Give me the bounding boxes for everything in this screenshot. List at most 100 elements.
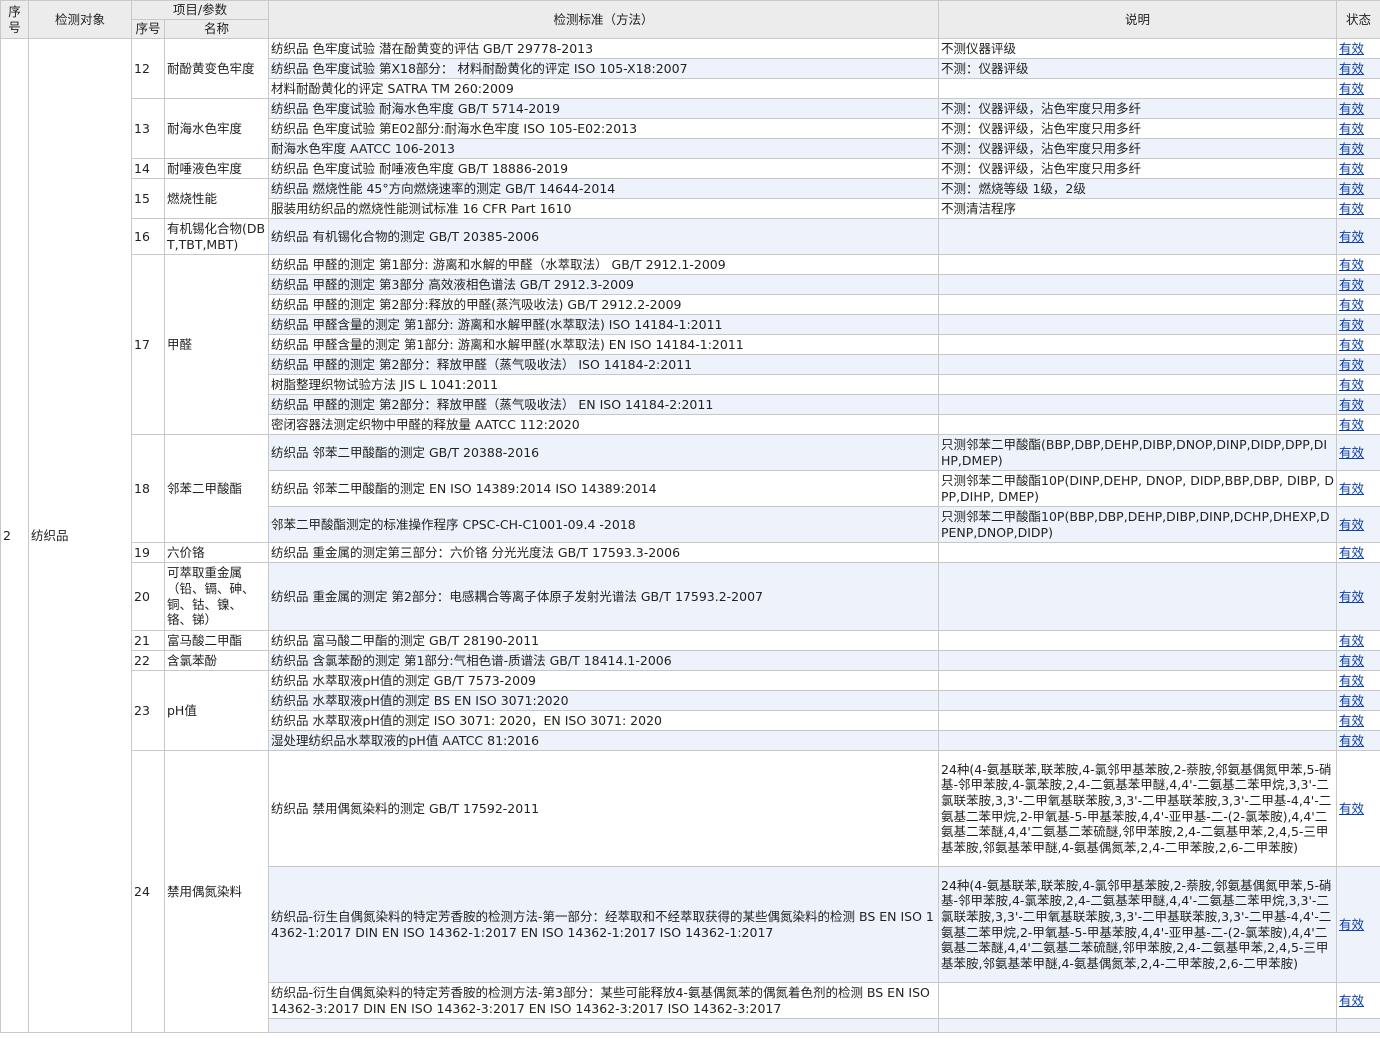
note-cell — [938, 314, 1337, 335]
standard-cell: 纺织品 甲醛含量的测定 第1部分: 游离和水解甲醛(水萃取法) EN ISO 1… — [268, 334, 939, 355]
status-link[interactable]: 有效 — [1339, 653, 1364, 668]
item-no: 12 — [131, 38, 165, 99]
status-link[interactable]: 有效 — [1339, 673, 1364, 688]
header-item-name: 名称 — [164, 19, 269, 39]
status-link[interactable]: 有效 — [1339, 161, 1364, 176]
status-link[interactable]: 有效 — [1339, 417, 1364, 432]
table-row: 18 邻苯二甲酸酯 纺织品 邻苯二甲酸酯的测定 GB/T 20388-2016 只测邻… — [1, 434, 1380, 543]
standard-cell: 纺织品 色牢度试验 耐唾液色牢度 GB/T 18886-2019 — [268, 158, 939, 179]
status-link[interactable]: 有效 — [1339, 317, 1364, 332]
standard-cell: 纺织品 甲醛含量的测定 第1部分: 游离和水解甲醛(水萃取法) ISO 1418… — [268, 314, 939, 335]
status-link[interactable]: 有效 — [1339, 377, 1364, 392]
status-link[interactable]: 有效 — [1339, 257, 1364, 272]
standard-cell — [268, 1018, 939, 1033]
status-cell: 有效 — [1336, 470, 1380, 507]
header-note: 说明 — [938, 0, 1337, 39]
note-cell — [938, 394, 1337, 415]
status-link[interactable]: 有效 — [1339, 445, 1364, 460]
item-no: 13 — [131, 98, 165, 159]
table-row: 16 有机锡化合物(DBT,TBT,MBT) 纺织品 有机锡化合物的测定 GB/T … — [1, 218, 1380, 255]
item-no: 24 — [131, 750, 165, 1033]
status-link[interactable]: 有效 — [1339, 993, 1364, 1008]
status-link[interactable]: 有效 — [1339, 589, 1364, 604]
note-cell: 不测清洁程序 — [938, 198, 1337, 219]
standard-cell: 邻苯二甲酸酯测定的标准操作程序 CPSC-CH-C1001-09.4 -2018 — [268, 506, 939, 543]
note-cell: 不测：燃烧等级 1级，2级 — [938, 178, 1337, 199]
status-link[interactable]: 有效 — [1339, 121, 1364, 136]
status-cell — [1336, 1018, 1380, 1033]
item-no: 16 — [131, 218, 165, 255]
status-cell: 有效 — [1336, 178, 1380, 199]
note-cell — [938, 710, 1337, 731]
status-link[interactable]: 有效 — [1339, 517, 1364, 532]
note-cell — [938, 730, 1337, 751]
status-link[interactable]: 有效 — [1339, 337, 1364, 352]
note-cell: 不测：仪器评级，沾色牢度只用多纤 — [938, 138, 1337, 159]
status-link[interactable]: 有效 — [1339, 733, 1364, 748]
standard-cell: 纺织品 含氯苯酚的测定 第1部分:气相色谱-质谱法 GB/T 18414.1-2… — [268, 650, 939, 671]
status-link[interactable]: 有效 — [1339, 481, 1364, 496]
status-link[interactable]: 有效 — [1339, 633, 1364, 648]
note-cell: 只测邻苯二甲酸酯10P(BBP,DBP,DEHP,DIBP,DINP,DCHP,… — [938, 506, 1337, 543]
item-name: 耐海水色牢度 — [164, 98, 269, 159]
standard-cell: 纺织品 甲醛的测定 第2部分：释放甲醛（蒸气吸收法） EN ISO 14184-… — [268, 394, 939, 415]
standard-cell: 纺织品 有机锡化合物的测定 GB/T 20385-2006 — [268, 218, 939, 255]
status-link[interactable]: 有效 — [1339, 81, 1364, 96]
note-cell: 不测：仪器评级，沾色牢度只用多纤 — [938, 98, 1337, 119]
standard-cell: 纺织品 色牢度试验 耐海水色牢度 GB/T 5714-2019 — [268, 98, 939, 119]
note-cell — [938, 78, 1337, 99]
table-row: 23 pH值 纺织品 水萃取液pH值的测定 GB/T 7573-2009 有效 — [1, 670, 1380, 751]
item-no: 20 — [131, 562, 165, 631]
item-name: 含氯苯酚 — [164, 650, 269, 671]
standard-cell: 纺织品 色牢度试验 第E02部分:耐海水色牢度 ISO 105-E02:2013 — [268, 118, 939, 139]
status-link[interactable]: 有效 — [1339, 397, 1364, 412]
table-row: 22 含氯苯酚 纺织品 含氯苯酚的测定 第1部分:气相色谱-质谱法 GB/T 184… — [1, 650, 1380, 671]
standard-cell: 纺织品 色牢度试验 潜在酚黄变的评估 GB/T 29778-2013 — [268, 38, 939, 59]
item-name: 富马酸二甲酯 — [164, 630, 269, 651]
table-header: 序号 检测对象 项目/参数 检测标准（方法） 说明 状态 序号 名称 — [0, 0, 1380, 39]
status-link[interactable]: 有效 — [1339, 201, 1364, 216]
header-seq: 序号 — [0, 0, 29, 39]
standard-cell: 纺织品 邻苯二甲酸酯的测定 EN ISO 14389:2014 ISO 1438… — [268, 470, 939, 507]
status-cell: 有效 — [1336, 274, 1380, 295]
status-link[interactable]: 有效 — [1339, 917, 1364, 932]
status-link[interactable]: 有效 — [1339, 229, 1364, 244]
status-link[interactable]: 有效 — [1339, 357, 1364, 372]
standard-cell: 纺织品 甲醛的测定 第1部分: 游离和水解的甲醛（水萃取法） GB/T 2912… — [268, 254, 939, 275]
status-cell: 有效 — [1336, 670, 1380, 691]
status-link[interactable]: 有效 — [1339, 101, 1364, 116]
status-cell: 有效 — [1336, 294, 1380, 315]
note-cell: 不测：仪器评级，沾色牢度只用多纤 — [938, 158, 1337, 179]
status-link[interactable]: 有效 — [1339, 141, 1364, 156]
standard-cell: 纺织品 水萃取液pH值的测定 BS EN ISO 3071:2020 — [268, 690, 939, 711]
table-row: 20 可萃取重金属（铅、镉、砷、铜、钴、镍、铬、锑） 纺织品 重金属的测定 第2部分… — [1, 562, 1380, 631]
standard-cell: 纺织品 色牢度试验 第X18部分： 材料耐酚黄化的评定 ISO 105-X18:… — [268, 58, 939, 79]
status-link[interactable]: 有效 — [1339, 693, 1364, 708]
status-link[interactable]: 有效 — [1339, 713, 1364, 728]
note-cell — [938, 1018, 1337, 1033]
status-link[interactable]: 有效 — [1339, 545, 1364, 560]
item-name: 邻苯二甲酸酯 — [164, 434, 269, 543]
header-item-no: 序号 — [131, 19, 165, 39]
status-link[interactable]: 有效 — [1339, 297, 1364, 312]
note-cell — [938, 354, 1337, 375]
status-link[interactable]: 有效 — [1339, 61, 1364, 76]
status-link[interactable]: 有效 — [1339, 181, 1364, 196]
status-cell: 有效 — [1336, 58, 1380, 79]
status-link[interactable]: 有效 — [1339, 277, 1364, 292]
status-cell: 有效 — [1336, 750, 1380, 867]
status-link[interactable]: 有效 — [1339, 41, 1364, 56]
table-row: 17 甲醛 纺织品 甲醛的测定 第1部分: 游离和水解的甲醛（水萃取法） GB/T … — [1, 254, 1380, 435]
status-cell: 有效 — [1336, 630, 1380, 651]
item-no: 22 — [131, 650, 165, 671]
note-cell: 24种(4-氨基联苯,联苯胺,4-氯邻甲基苯胺,2-萘胺,邻氨基偶氮甲苯,5-硝… — [938, 866, 1337, 983]
note-cell — [938, 414, 1337, 435]
item-no: 18 — [131, 434, 165, 543]
standard-cell: 湿处理纺织品水萃取液的pH值 AATCC 81:2016 — [268, 730, 939, 751]
status-cell: 有效 — [1336, 506, 1380, 543]
object-seq: 2 — [0, 38, 29, 1033]
header-object: 检测对象 — [28, 0, 132, 39]
note-cell — [938, 982, 1337, 1019]
status-link[interactable]: 有效 — [1339, 801, 1364, 816]
standard-cell: 纺织品 富马酸二甲酯的测定 GB/T 28190-2011 — [268, 630, 939, 651]
